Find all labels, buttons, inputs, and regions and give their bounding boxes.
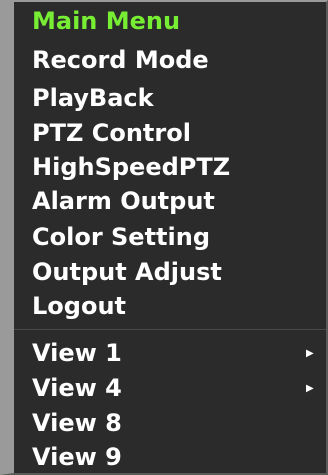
menu-item-color-setting[interactable]: Color Setting (32, 221, 210, 254)
menu-item-ptz-control[interactable]: PTZ Control (32, 117, 191, 150)
menu-item-view-8[interactable]: View 8 (32, 407, 122, 440)
triangle-right-icon: ▶ (306, 348, 314, 359)
menu-item-alarm-output[interactable]: Alarm Output (32, 185, 215, 218)
menu-item-view-9[interactable]: View 9 (32, 441, 122, 474)
menu-item-logout[interactable]: Logout (32, 290, 126, 323)
menu-item-view-1[interactable]: View 1 (32, 337, 122, 370)
main-menu-title[interactable]: Main Menu (32, 5, 180, 38)
menu-item-view-4[interactable]: View 4 (32, 372, 122, 405)
menu-item-playback[interactable]: PlayBack (32, 82, 154, 115)
menu-item-record-mode[interactable]: Record Mode (32, 44, 209, 77)
menu-item-highspeed-ptz[interactable]: HighSpeedPTZ (32, 151, 230, 184)
main-menu-panel: Main Menu Record Mode PlayBack PTZ Contr… (0, 0, 328, 475)
menu-separator (14, 329, 326, 330)
menu-item-output-adjust[interactable]: Output Adjust (32, 256, 222, 289)
triangle-right-icon: ▶ (306, 383, 314, 394)
